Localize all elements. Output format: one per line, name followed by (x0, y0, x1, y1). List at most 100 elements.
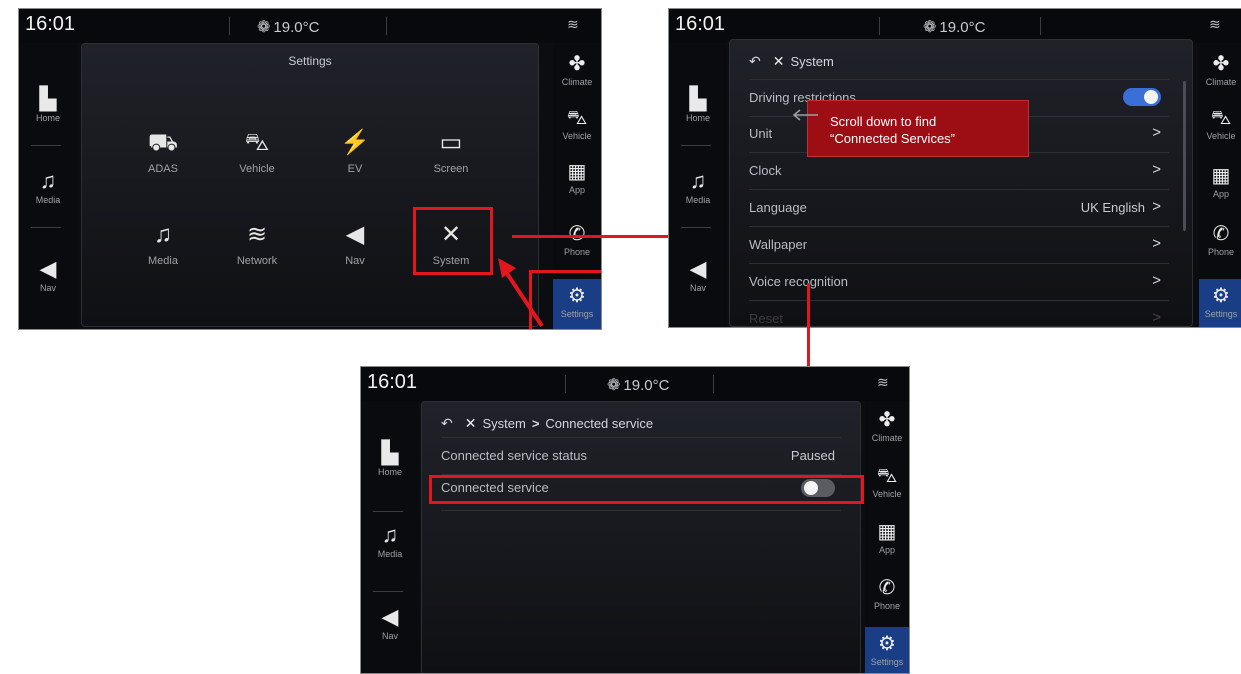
tile-adas[interactable]: ⛟ ADAS (123, 129, 203, 175)
tile-ev[interactable]: ⚡ EV (315, 129, 395, 175)
driving-restrictions-toggle[interactable] (1123, 88, 1161, 106)
temperature-display[interactable]: ❁ 19.0°C (607, 375, 669, 395)
navigation-arrow-icon: ◀ (39, 256, 57, 281)
phone-icon: ✆ (1212, 223, 1230, 245)
temperature-display[interactable]: ❁ 19.0°C (923, 17, 985, 37)
signal-icon: ≋ (877, 374, 889, 390)
music-note-icon: ♫ (381, 522, 399, 547)
phone-icon: ✆ (568, 223, 586, 245)
nav-divider (681, 227, 711, 228)
home-icon: ▙ (39, 86, 57, 111)
nav-phone[interactable]: ✆ Phone (553, 223, 601, 257)
language-value: UK English (1080, 200, 1145, 215)
media-settings-icon: ♫ (154, 221, 172, 248)
row-voice-recognition[interactable]: Voice recognition > (749, 264, 1169, 301)
nav-app[interactable]: ▦ App (865, 521, 909, 555)
nav-nav[interactable]: ◀ Nav (361, 604, 419, 642)
breadcrumb-current: Connected service (545, 416, 654, 431)
tile-network[interactable]: ≋ Network (217, 221, 297, 267)
status-bar: 16:01 ❁ 19.0°C ≋ (361, 367, 909, 401)
nav-divider (373, 591, 403, 592)
breadcrumb: ↶ ✕ System > Connected service (441, 415, 653, 432)
tile-screen[interactable]: ▭ Screen (411, 129, 491, 175)
chevron-right-icon: > (1152, 124, 1161, 141)
music-note-icon: ♫ (39, 168, 57, 193)
nav-phone[interactable]: ✆ Phone (1199, 223, 1241, 257)
nav-nav[interactable]: ◀ Nav (669, 257, 727, 294)
clock: 16:01 (675, 13, 726, 35)
fan-icon: ✤ (878, 409, 896, 431)
row-connected-service-status: Connected service status Paused (441, 437, 841, 475)
scrollbar[interactable] (1183, 81, 1186, 231)
clock: 16:01 (367, 371, 418, 393)
nav-media[interactable]: ♫ Media (669, 168, 727, 206)
signal-icon: ≋ (1209, 16, 1221, 32)
fan-icon: ❁ (607, 377, 621, 394)
car-icon: ⛍ (566, 107, 588, 129)
chevron-right-icon: > (1152, 161, 1161, 178)
page-title: Settings (288, 54, 332, 68)
vehicle-settings-icon: ⛍ (244, 129, 270, 156)
back-icon[interactable]: ↶ (441, 415, 453, 431)
ev-icon: ⚡ (340, 129, 370, 156)
fan-icon: ✤ (568, 53, 586, 75)
music-note-icon: ♫ (689, 168, 707, 193)
grid-icon: ▦ (1211, 165, 1231, 187)
network-icon: ≋ (246, 221, 268, 248)
temperature-display[interactable]: ❁ 19.0°C (257, 17, 319, 37)
row-language[interactable]: Language UK English > (749, 190, 1169, 227)
right-nav: ✤ Climate ⛍ Vehicle ▦ App ✆ Phone ⚙ Settings (865, 401, 909, 673)
fan-icon: ❁ (923, 19, 937, 36)
fan-icon: ✤ (1212, 53, 1230, 75)
nav-climate[interactable]: ✤ Climate (553, 53, 601, 87)
nav-home[interactable]: ▙ Home (669, 86, 727, 124)
phone-icon: ✆ (878, 577, 896, 599)
navigation-arrow-icon: ◀ (381, 604, 399, 629)
nav-home[interactable]: ▙ Home (361, 440, 419, 478)
status-bar: 16:01 ❁ 19.0°C ≋ (669, 9, 1241, 43)
nav-vehicle[interactable]: ⛍ Vehicle (865, 465, 909, 499)
left-nav: ▙ Home ♫ Media ◀ Nav (669, 43, 727, 327)
nav-settings[interactable]: ⚙ Settings (1199, 279, 1241, 327)
nav-settings-icon: ◀ (345, 221, 365, 248)
status-divider (386, 17, 387, 35)
nav-app[interactable]: ▦ App (1199, 165, 1241, 199)
chevron-right-icon: > (1152, 309, 1161, 326)
nav-divider (681, 145, 711, 146)
pointer-arrow (498, 258, 544, 328)
nav-climate[interactable]: ✤ Climate (1199, 53, 1241, 87)
breadcrumb-system[interactable]: System (482, 416, 525, 431)
nav-media[interactable]: ♫ Media (19, 168, 77, 206)
nav-phone[interactable]: ✆ Phone (865, 577, 909, 611)
home-icon: ▙ (689, 86, 707, 111)
nav-divider (31, 145, 61, 146)
nav-media[interactable]: ♫ Media (361, 522, 419, 560)
instruction-callout: Scroll down to find “Connected Services” (807, 100, 1029, 157)
system-tools-icon: ✕ (772, 53, 785, 69)
left-nav: ▙ Home ♫ Media ◀ Nav (19, 43, 77, 329)
nav-vehicle[interactable]: ⛍ Vehicle (553, 107, 601, 141)
home-icon: ▙ (381, 440, 399, 465)
tile-nav[interactable]: ◀ Nav (315, 221, 395, 267)
nav-home[interactable]: ▙ Home (19, 86, 77, 124)
connected-service-screen: 16:01 ❁ 19.0°C ≋ ▙ Home ♫ Media ◀ Nav ✤ Clima… (360, 366, 910, 674)
highlight-system-tile (413, 207, 493, 275)
nav-nav[interactable]: ◀ Nav (19, 256, 77, 294)
nav-vehicle[interactable]: ⛍ Vehicle (1199, 107, 1241, 141)
nav-settings[interactable]: ⚙ Settings (865, 627, 909, 673)
back-icon[interactable]: ↶ (749, 53, 761, 69)
nav-app[interactable]: ▦ App (553, 161, 601, 195)
tile-vehicle[interactable]: ⛍ Vehicle (217, 129, 297, 175)
status-bar: 16:01 ❁ 19.0°C ≋ (19, 9, 601, 43)
tile-media[interactable]: ♫ Media (123, 221, 203, 267)
chevron-right-icon: > (1152, 272, 1161, 289)
row-clock[interactable]: Clock > (749, 153, 1169, 190)
row-reset[interactable]: Reset > (749, 301, 1169, 327)
gear-icon: ⚙ (878, 633, 896, 655)
grid-icon: ▦ (877, 521, 897, 543)
right-nav: ✤ Climate ⛍ Vehicle ▦ App ✆ Phone ⚙ Settings (1199, 43, 1241, 327)
fan-icon: ❁ (257, 19, 271, 36)
status-value: Paused (790, 448, 835, 463)
row-wallpaper[interactable]: Wallpaper > (749, 227, 1169, 264)
nav-climate[interactable]: ✤ Climate (865, 409, 909, 443)
